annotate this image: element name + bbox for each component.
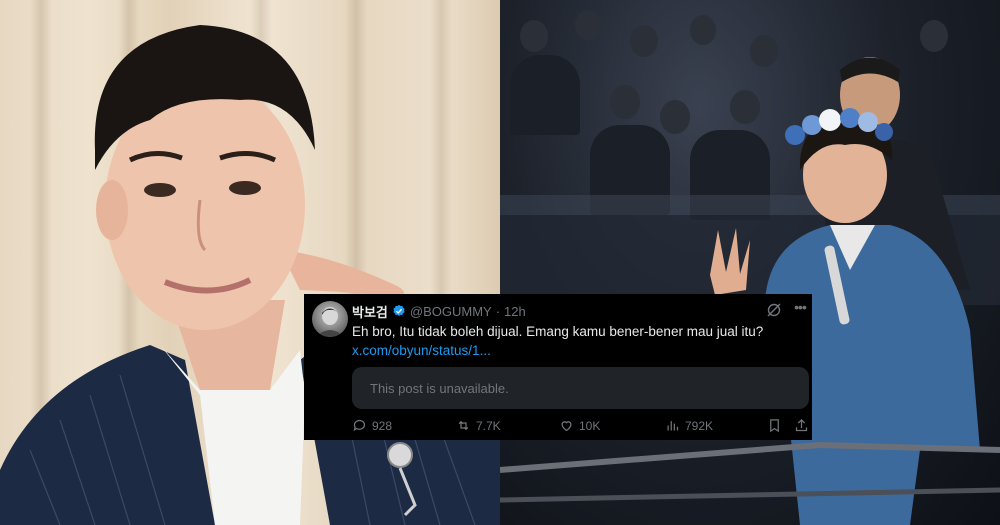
like-button[interactable]: 10K	[559, 418, 600, 433]
share-icon	[795, 418, 808, 432]
repost-button[interactable]: 7.7K	[456, 418, 501, 433]
author-display-name[interactable]: 박보검	[352, 302, 388, 321]
views-button[interactable]: 792K	[665, 418, 713, 433]
post-timestamp[interactable]: 12h	[504, 304, 526, 319]
bookmark-button[interactable]	[767, 418, 782, 433]
author-handle[interactable]: @BOGUMMY	[410, 304, 492, 319]
selfie-photo	[0, 0, 500, 525]
performer-illustration	[500, 57, 1000, 525]
tweet-text: Eh bro, Itu tidak boleh dijual. Emang ka…	[352, 324, 764, 339]
share-button[interactable]	[794, 418, 809, 433]
header-separator: ·	[495, 303, 501, 319]
quoted-post-unavailable: This post is unavailable.	[352, 367, 809, 409]
reply-button[interactable]: 928	[352, 418, 392, 433]
repost-count: 7.7K	[476, 418, 501, 433]
repost-icon	[458, 420, 469, 431]
tweet-card[interactable]: 박보검 @BOGUMMY · 12h ••• Eh bro, Itu tidak…	[304, 294, 812, 440]
bookmark-icon	[770, 419, 779, 433]
views-count: 792K	[685, 418, 714, 433]
reply-icon	[353, 419, 366, 432]
tweet-link[interactable]: x.com/obyun/status/1...	[352, 342, 491, 360]
like-count: 10K	[579, 418, 601, 433]
reply-count: 928	[372, 418, 393, 433]
grok-icon[interactable]	[766, 302, 782, 318]
verified-badge-icon	[392, 304, 406, 318]
author-avatar[interactable]	[312, 301, 348, 337]
person-illustration	[0, 25, 500, 525]
tweet-actions: 928 7.7K 10K 792K	[352, 418, 812, 436]
more-icon[interactable]: •••	[792, 300, 808, 316]
tweet-header: 박보검 @BOGUMMY · 12h	[352, 302, 802, 320]
like-icon	[561, 421, 572, 432]
concert-photo	[500, 0, 1000, 525]
views-icon	[667, 421, 679, 431]
